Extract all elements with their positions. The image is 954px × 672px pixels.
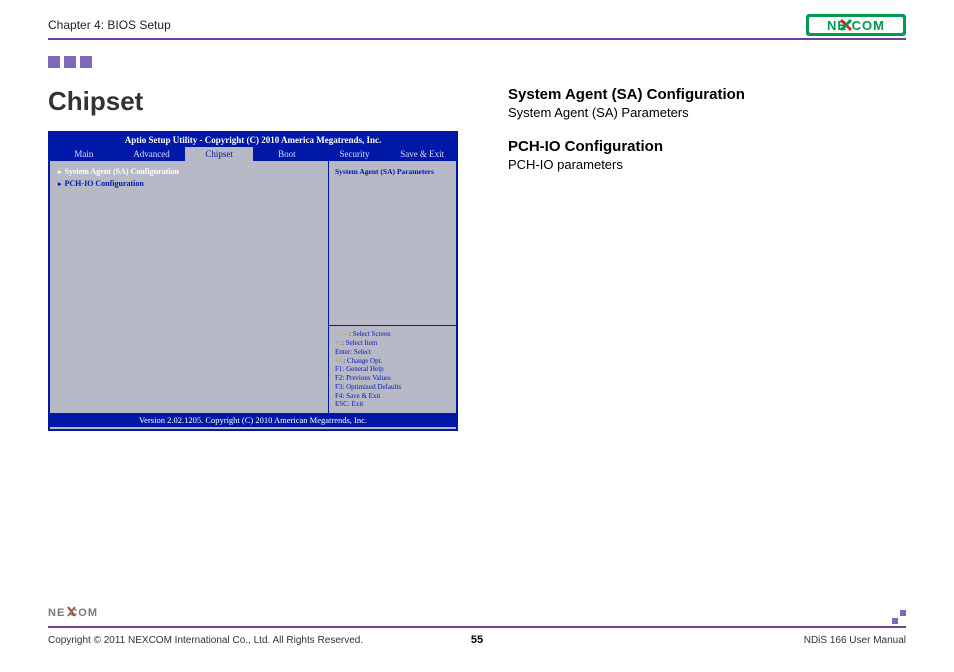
- bios-tab-security[interactable]: Security: [321, 147, 389, 161]
- bios-tab-chipset[interactable]: Chipset: [185, 147, 253, 161]
- header-rule: [48, 38, 906, 40]
- bios-title-bar: Aptio Setup Utility - Copyright (C) 2010…: [50, 133, 456, 147]
- bios-tab-save[interactable]: Save & Exit: [388, 147, 456, 161]
- section-body-pch: PCH-IO parameters: [508, 157, 906, 172]
- brand-logo: NE COM: [806, 14, 906, 41]
- footer-logo: NE COM: [48, 605, 110, 624]
- bios-menu: System Agent (SA) Configuration PCH-IO C…: [50, 161, 328, 413]
- section-heading-pch: PCH-IO Configuration: [508, 138, 906, 155]
- page-title: Chipset: [48, 86, 478, 117]
- section-heading-sa: System Agent (SA) Configuration: [508, 86, 906, 103]
- bios-nav-help: →←: Select Screen ↑↓: Select Item Enter:…: [329, 325, 456, 413]
- footer-rule: [48, 626, 906, 628]
- manual-name: NDiS 166 User Manual: [804, 635, 906, 646]
- bios-item-sa[interactable]: System Agent (SA) Configuration: [58, 167, 320, 176]
- bios-help-text: System Agent (SA) Parameters: [329, 161, 456, 325]
- section-body-sa: System Agent (SA) Parameters: [508, 105, 906, 120]
- chapter-label: Chapter 4: BIOS Setup: [48, 18, 906, 32]
- bios-item-pch-io[interactable]: PCH-IO Configuration: [58, 179, 320, 188]
- page-number: 55: [471, 634, 483, 646]
- bios-tab-boot[interactable]: Boot: [253, 147, 321, 161]
- page-marks: [48, 55, 96, 73]
- bios-tabs: Main Advanced Chipset Boot Security Save…: [50, 147, 456, 161]
- footer-end-mark: [892, 610, 906, 624]
- bios-footer: Version 2.02.1205. Copyright (C) 2010 Am…: [50, 413, 456, 427]
- bios-tab-main[interactable]: Main: [50, 147, 118, 161]
- svg-text:NE COM: NE COM: [827, 18, 885, 33]
- copyright: Copyright © 2011 NEXCOM International Co…: [48, 635, 363, 646]
- bios-tab-advanced[interactable]: Advanced: [118, 147, 186, 161]
- bios-screenshot: Aptio Setup Utility - Copyright (C) 2010…: [48, 131, 458, 431]
